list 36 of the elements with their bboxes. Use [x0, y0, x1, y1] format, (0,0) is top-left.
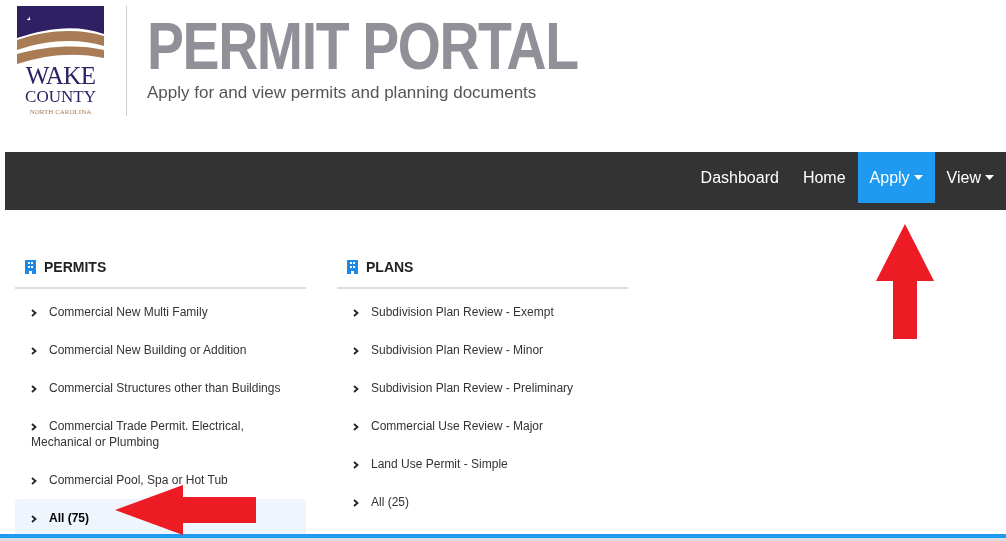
chevron-icon	[353, 308, 359, 317]
menu-item[interactable]: Commercial New Building or Addition	[15, 331, 306, 369]
building-icon	[25, 260, 36, 274]
caret-icon	[985, 175, 994, 180]
portal-subtitle: Apply for and view permits and planning documents	[147, 82, 538, 104]
chevron-icon	[31, 476, 37, 485]
building-icon	[347, 260, 358, 274]
logo-wordmark: WAKE	[24, 64, 97, 88]
chevron-icon	[31, 422, 37, 431]
menu-item[interactable]: Subdivision Plan Review - Minor	[337, 331, 628, 369]
caret-icon	[913, 175, 923, 180]
chevron-icon	[353, 346, 359, 355]
logo-wordmark: COUNTY	[24, 88, 97, 106]
arrow-icon	[876, 224, 934, 339]
menu-item[interactable]: Commercial Pool, Spa or Hot Tub	[15, 461, 306, 499]
menu-item[interactable]: Commercial Use Review - Major	[337, 407, 628, 445]
portal-title: PERMIT PORTAL	[147, 10, 578, 82]
chevron-icon	[353, 498, 359, 507]
chevron-icon	[31, 308, 37, 317]
menu-item[interactable]: Commercial Trade Permit. Electrical, Mechanical or Plumbing	[15, 407, 306, 461]
nav-link[interactable]: View	[934, 152, 1006, 203]
nav-link[interactable]: Home	[790, 152, 858, 203]
section-heading: PLANS	[366, 257, 414, 277]
menu-item[interactable]: Commercial Structures other than Buildings	[15, 369, 306, 407]
chevron-icon	[353, 460, 359, 469]
chevron-icon	[353, 422, 359, 431]
menu-item[interactable]: Subdivision Plan Review - Preliminary	[337, 369, 628, 407]
chevron-icon	[31, 384, 37, 393]
menu-item[interactable]: Commercial New Multi Family	[15, 293, 306, 331]
nav-link[interactable]: Dashboard	[688, 152, 791, 203]
menu-item[interactable]: Subdivision Plan Review - Exempt	[337, 293, 628, 331]
chevron-icon	[353, 384, 359, 393]
menu-item[interactable]: Land Use Permit - Simple	[337, 445, 628, 483]
section-heading: PERMITS	[44, 257, 107, 277]
menu-item[interactable]: All (25)	[337, 483, 628, 521]
chevron-icon	[31, 346, 37, 355]
